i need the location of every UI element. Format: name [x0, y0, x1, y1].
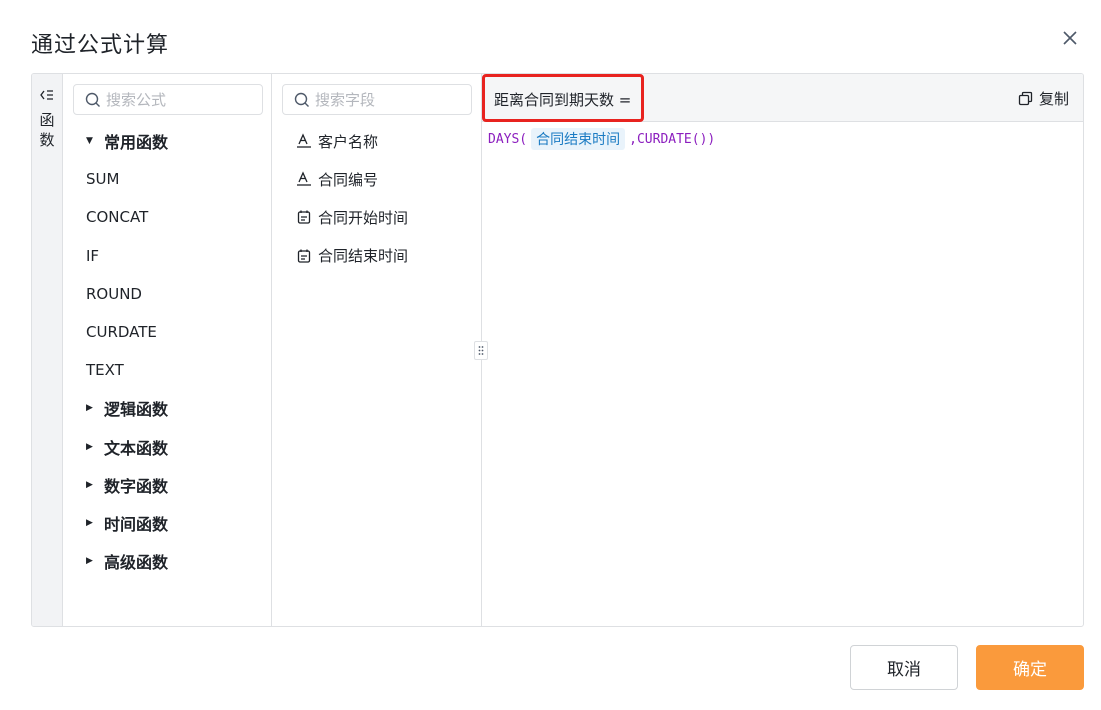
function-group-label: 数字函数 [104, 476, 169, 496]
caret-right-icon: ▶ [86, 556, 93, 567]
close-icon [1063, 31, 1077, 45]
copy-icon [1018, 91, 1033, 106]
function-group-label: 逻辑函数 [104, 400, 169, 420]
function-group-time[interactable]: ▶ 时间函数 [63, 504, 271, 542]
function-list-column: ▼ 常用函数 SUM CONCAT IF ROUND CURDATE TEXT … [63, 74, 272, 626]
caret-right-icon: ▶ [86, 479, 93, 490]
function-group-number[interactable]: ▶ 数字函数 [63, 466, 271, 504]
function-group-label: 时间函数 [104, 514, 169, 534]
close-button[interactable] [1058, 26, 1082, 50]
formula-name-highlight: 距离合同到期天数 = [482, 74, 644, 122]
cancel-button[interactable]: 取消 [850, 645, 958, 690]
drag-handle-icon [478, 346, 484, 355]
confirm-button[interactable]: 确定 [976, 645, 1084, 690]
function-search-input[interactable] [106, 89, 256, 111]
function-item-round[interactable]: ROUND [63, 275, 271, 313]
formula-editor: 距离合同到期天数 = 复制 DAYS( 合同结束时间 ,CURDATE()) [474, 74, 1083, 626]
field-list-column: 客户名称 合同编号 合同开始时间 合同结束时间 [272, 74, 482, 626]
editor-header: 距离合同到期天数 = 复制 [482, 74, 1083, 122]
formula-input[interactable]: DAYS( 合同结束时间 ,CURDATE()) [488, 128, 715, 150]
formula-panel: 函 数 ▼ 常用函数 SUM CONCAT IF ROUND CURDATE T… [31, 73, 1084, 627]
formula-field-chip[interactable]: 合同结束时间 [531, 128, 626, 150]
function-item-curdate[interactable]: CURDATE [63, 313, 271, 351]
function-group-label: 高级函数 [104, 553, 169, 573]
formula-suffix: ,CURDATE()) [629, 131, 716, 147]
search-icon [85, 92, 100, 107]
function-panel-label: 函 数 [39, 110, 55, 150]
function-item-if[interactable]: IF [63, 237, 271, 275]
formula-name: 距离合同到期天数 = [494, 91, 632, 109]
function-label-line1: 函 [39, 111, 55, 129]
caret-right-icon: ▶ [86, 403, 93, 414]
field-search-input[interactable] [315, 89, 465, 111]
function-item-concat[interactable]: CONCAT [63, 198, 271, 236]
copy-label: 复制 [1038, 90, 1069, 108]
function-panel-toggle[interactable]: 函 数 [32, 74, 63, 626]
function-group-common[interactable]: ▼ 常用函数 [63, 122, 271, 160]
field-search[interactable] [282, 84, 472, 115]
function-label-line2: 数 [39, 131, 55, 149]
search-icon [294, 92, 309, 107]
date-field-icon [296, 248, 312, 264]
date-field-icon [296, 209, 312, 225]
field-item-label: 合同结束时间 [318, 247, 409, 266]
formula-prefix: DAYS( [488, 131, 528, 147]
caret-right-icon: ▶ [86, 517, 93, 528]
function-item-text[interactable]: TEXT [63, 351, 271, 389]
field-item-contract-end[interactable]: 合同结束时间 [272, 237, 481, 275]
field-item-contract-number[interactable]: 合同编号 [272, 160, 481, 198]
field-item-contract-start[interactable]: 合同开始时间 [272, 198, 481, 236]
text-field-icon [296, 133, 312, 149]
field-item-label: 合同开始时间 [318, 208, 409, 227]
dialog-title: 通过公式计算 [31, 33, 170, 58]
resize-handle[interactable] [474, 341, 488, 360]
caret-down-icon: ▼ [86, 136, 93, 147]
function-group-label: 常用函数 [104, 133, 169, 153]
field-list: 客户名称 合同编号 合同开始时间 合同结束时间 [272, 122, 481, 275]
copy-button[interactable]: 复制 [1018, 88, 1069, 109]
function-search[interactable] [73, 84, 263, 115]
collapse-list-icon [40, 90, 53, 100]
field-item-customer-name[interactable]: 客户名称 [272, 122, 481, 160]
function-group-label: 文本函数 [104, 438, 169, 458]
caret-right-icon: ▶ [86, 441, 93, 452]
function-group-text[interactable]: ▶ 文本函数 [63, 428, 271, 466]
field-item-label: 客户名称 [318, 132, 379, 151]
function-group-logic[interactable]: ▶ 逻辑函数 [63, 389, 271, 427]
field-item-label: 合同编号 [318, 170, 379, 189]
text-field-icon [296, 171, 312, 187]
function-item-sum[interactable]: SUM [63, 160, 271, 198]
function-group-advanced[interactable]: ▶ 高级函数 [63, 542, 271, 580]
function-list: ▼ 常用函数 SUM CONCAT IF ROUND CURDATE TEXT … [63, 122, 271, 580]
